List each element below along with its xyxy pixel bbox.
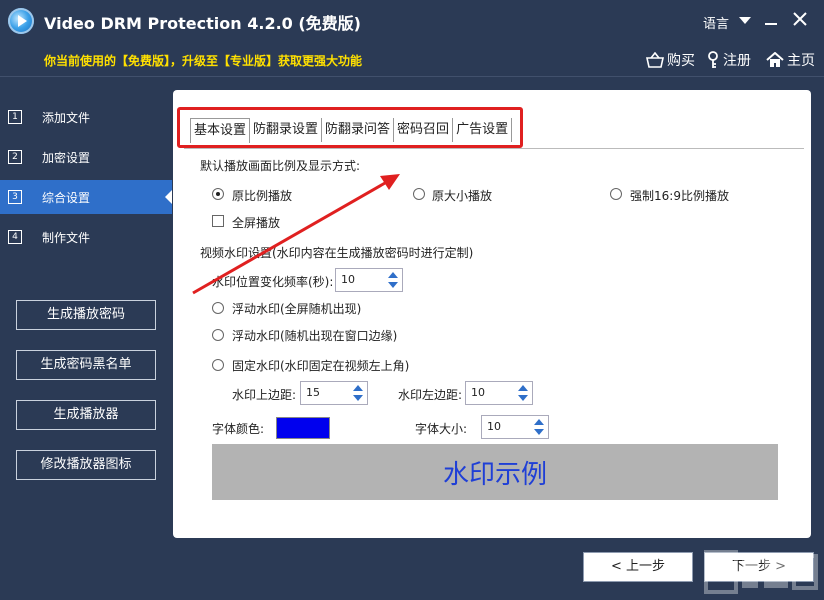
home-link[interactable]: 主页 xyxy=(766,50,815,70)
font-size-value: 10 xyxy=(487,420,501,433)
top-margin-value: 15 xyxy=(306,386,320,399)
sidebar-item-add-files[interactable]: 1 添加文件 xyxy=(0,100,172,134)
fullscreen-label: 全屏播放 xyxy=(232,216,281,230)
sidebar-item-label: 综合设置 xyxy=(42,191,91,205)
step-number: 3 xyxy=(8,190,22,204)
basket-icon xyxy=(646,52,664,68)
freq-value: 10 xyxy=(341,273,355,286)
aspect-heading: 默认播放画面比例及显示方式: xyxy=(200,159,361,173)
font-color-label: 字体颜色: xyxy=(212,422,265,436)
app-logo-icon xyxy=(8,8,34,34)
sidebar-item-encryption-settings[interactable]: 2 加密设置 xyxy=(0,140,172,174)
home-icon xyxy=(766,52,784,67)
sidebar-item-label: 添加文件 xyxy=(42,111,91,125)
aspect-option-label: 强制16:9比例播放 xyxy=(630,189,729,203)
app-title: Video DRM Protection 4.2.0 (免费版) xyxy=(44,14,361,33)
top-margin-stepper[interactable]: 15 xyxy=(300,381,368,405)
aspect-option-label: 原比例播放 xyxy=(232,189,293,203)
left-margin-value: 10 xyxy=(471,386,485,399)
buy-link[interactable]: 购买 xyxy=(646,50,695,70)
fullscreen-checkbox[interactable] xyxy=(212,215,224,227)
register-link[interactable]: 注册 xyxy=(706,50,751,70)
step-number: 1 xyxy=(8,110,22,124)
watermark-fixed-radio[interactable] xyxy=(212,359,224,371)
promo-text[interactable]: 你当前使用的【免费版】，升级至【专业版】获取更强大功能 xyxy=(44,52,362,69)
wm-option-label: 浮动水印(随机出现在窗口边缘) xyxy=(232,329,398,343)
wm-option-label: 固定水印(水印固定在视频左上角) xyxy=(232,359,410,373)
watermark-preview-text: 水印示例 xyxy=(442,460,547,490)
watermark-preview: 水印示例 xyxy=(212,444,778,500)
buy-label: 购买 xyxy=(667,53,695,69)
aspect-original-ratio-radio[interactable] xyxy=(212,188,224,200)
title-bar: Video DRM Protection 4.2.0 (免费版) 语言 xyxy=(0,0,824,42)
step-number: 4 xyxy=(8,230,22,244)
highlight-box xyxy=(177,107,523,148)
top-margin-label: 水印上边距: xyxy=(232,388,297,402)
watermark-window-edge-radio[interactable] xyxy=(212,329,224,341)
site-watermark-logo xyxy=(704,550,818,594)
key-icon xyxy=(708,51,718,68)
step-number: 2 xyxy=(8,150,22,164)
dropdown-icon[interactable] xyxy=(734,10,756,32)
close-icon[interactable] xyxy=(789,10,811,32)
freq-stepper[interactable]: 10 xyxy=(335,268,403,292)
sidebar-item-label: 制作文件 xyxy=(42,231,91,245)
prev-step-button[interactable]: < 上一步 xyxy=(583,552,693,582)
font-size-label: 字体大小: xyxy=(415,422,468,436)
spin-arrows-icon[interactable] xyxy=(386,270,400,290)
minimize-icon[interactable] xyxy=(760,10,782,32)
left-margin-label: 水印左边距: xyxy=(398,388,463,402)
wm-option-label: 浮动水印(全屏随机出现) xyxy=(232,302,362,316)
generate-password-blacklist-button[interactable]: 生成密码黑名单 xyxy=(16,350,156,380)
generate-player-button[interactable]: 生成播放器 xyxy=(16,400,156,430)
left-margin-stepper[interactable]: 10 xyxy=(465,381,533,405)
header-divider xyxy=(0,76,824,77)
spin-arrows-icon[interactable] xyxy=(351,383,365,403)
promo-bar: 你当前使用的【免费版】，升级至【专业版】获取更强大功能 购买 注册 主页 xyxy=(0,46,824,74)
freq-label: 水印位置变化频率(秒): xyxy=(212,275,334,289)
aspect-force-16-9-radio[interactable] xyxy=(610,188,622,200)
sidebar-item-general-settings[interactable]: 3 综合设置 xyxy=(0,180,172,214)
aspect-original-size-radio[interactable] xyxy=(413,188,425,200)
spin-arrows-icon[interactable] xyxy=(516,383,530,403)
register-label: 注册 xyxy=(723,53,751,69)
home-label: 主页 xyxy=(787,53,815,69)
watermark-heading: 视频水印设置(水印内容在生成播放密码时进行定制) xyxy=(200,246,474,260)
language-menu[interactable]: 语言 xyxy=(703,13,729,32)
spin-arrows-icon[interactable] xyxy=(532,417,546,437)
sidebar-item-make-file[interactable]: 4 制作文件 xyxy=(0,220,172,254)
aspect-option-label: 原大小播放 xyxy=(432,189,493,203)
font-size-stepper[interactable]: 10 xyxy=(481,415,549,439)
sidebar-item-label: 加密设置 xyxy=(42,151,91,165)
modify-player-icon-button[interactable]: 修改播放器图标 xyxy=(16,450,156,480)
generate-play-password-button[interactable]: 生成播放密码 xyxy=(16,300,156,330)
watermark-fullscreen-random-radio[interactable] xyxy=(212,302,224,314)
font-color-swatch[interactable] xyxy=(276,417,330,439)
